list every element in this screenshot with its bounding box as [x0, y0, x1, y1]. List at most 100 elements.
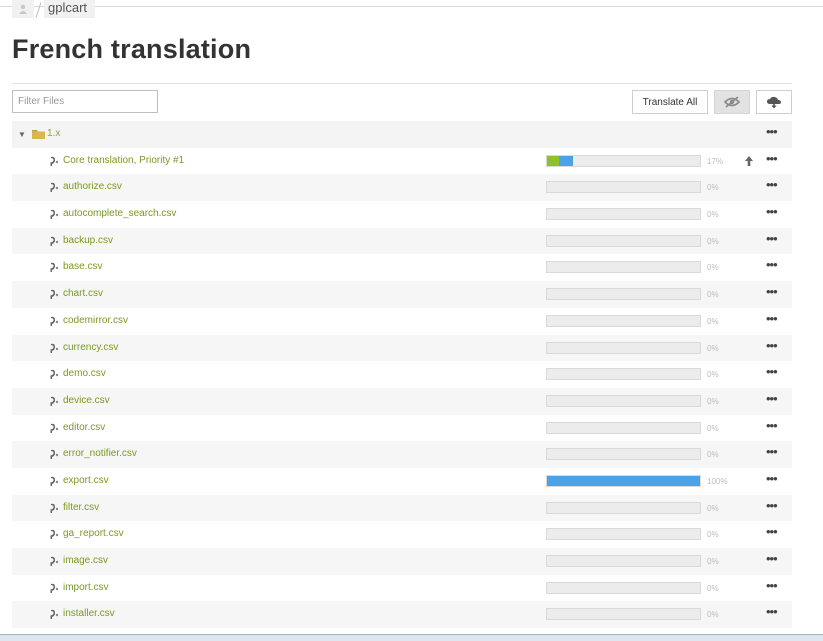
- progress-fill-blue: [547, 475, 700, 486]
- page-title: French translation: [12, 34, 252, 64]
- progress-bar: [546, 394, 701, 407]
- file-row[interactable]: chart.csv 0% •••: [12, 281, 792, 308]
- progress-percent: 0%: [707, 290, 719, 300]
- ellipsis-icon[interactable]: •••: [766, 339, 778, 352]
- breadcrumb-separator: [34, 0, 44, 18]
- progress-percent: 17%: [707, 156, 724, 166]
- file-row[interactable]: editor.csv 0% •••: [12, 415, 792, 442]
- progress-percent: 0%: [707, 396, 719, 406]
- progress-percent: 0%: [707, 236, 719, 246]
- file-link[interactable]: chart.csv: [63, 288, 103, 299]
- file-link[interactable]: authorize.csv: [63, 181, 122, 192]
- file-link[interactable]: base.csv: [63, 261, 102, 272]
- progress-bar: [546, 555, 701, 567]
- file-icon: [50, 236, 59, 246]
- file-link[interactable]: currency.csv: [63, 342, 118, 353]
- file-row[interactable]: error_notifier.csv 0% •••: [12, 441, 792, 468]
- file-icon: [50, 503, 59, 513]
- file-link[interactable]: ga_report.csv: [63, 528, 124, 539]
- file-link[interactable]: error_notifier.csv: [63, 448, 137, 459]
- arrow-up-icon[interactable]: [743, 155, 755, 167]
- progress-percent: 0%: [707, 557, 719, 566]
- file-icon: [50, 556, 59, 566]
- file-row[interactable]: backup.csv 0% •••: [12, 227, 792, 255]
- breadcrumb-project[interactable]: gplcart: [44, 0, 96, 18]
- ellipsis-icon[interactable]: •••: [766, 205, 778, 218]
- ellipsis-icon[interactable]: •••: [766, 499, 778, 512]
- progress-bar: [546, 581, 701, 594]
- file-icon: [50, 156, 59, 166]
- ellipsis-icon[interactable]: •••: [766, 445, 778, 458]
- folder-label[interactable]: 1.x: [47, 128, 60, 139]
- progress-bar: [546, 154, 701, 167]
- ellipsis-icon[interactable]: •••: [766, 178, 778, 191]
- progress-percent: 0%: [707, 210, 719, 220]
- ellipsis-icon[interactable]: •••: [766, 285, 778, 298]
- file-link[interactable]: autocomplete_search.csv: [63, 208, 176, 219]
- progress-bar: [546, 368, 701, 381]
- file-row[interactable]: codemirror.csv 0% •••: [12, 308, 792, 335]
- file-link[interactable]: backup.csv: [63, 235, 113, 246]
- file-link[interactable]: Core translation, Priority #1: [63, 155, 184, 166]
- file-icon: [50, 583, 59, 593]
- filter-files-input[interactable]: [12, 90, 158, 113]
- ellipsis-icon[interactable]: •••: [766, 365, 778, 378]
- user-icon[interactable]: [12, 0, 34, 18]
- file-link[interactable]: device.csv: [63, 395, 110, 406]
- progress-bar: [546, 208, 701, 221]
- ellipsis-icon[interactable]: •••: [766, 472, 778, 485]
- file-row[interactable]: authorize.csv 0% •••: [12, 174, 792, 202]
- progress-bar: [546, 261, 701, 274]
- ellipsis-icon[interactable]: •••: [766, 525, 778, 538]
- file-link[interactable]: editor.csv: [63, 422, 105, 433]
- progress-bar: [546, 288, 701, 301]
- progress-bar: [546, 341, 701, 354]
- file-row[interactable]: autocomplete_search.csv 0% •••: [12, 201, 792, 228]
- progress-fill-blue: [559, 155, 573, 166]
- caret-down-icon[interactable]: ▼: [18, 130, 26, 139]
- file-link[interactable]: image.csv: [63, 555, 108, 566]
- file-link[interactable]: demo.csv: [63, 368, 106, 379]
- folder-row[interactable]: ▼ 1.x •••: [12, 121, 792, 148]
- file-icon: [50, 476, 59, 486]
- cloud-download-icon: [767, 96, 781, 108]
- file-link[interactable]: import.csv: [63, 582, 109, 593]
- file-row[interactable]: export.csv 100% •••: [12, 468, 792, 495]
- file-row[interactable]: installer.csv 0% •••: [12, 601, 792, 629]
- ellipsis-icon[interactable]: •••: [766, 579, 778, 592]
- file-row[interactable]: device.csv 0% •••: [12, 387, 792, 415]
- toggle-hidden-button[interactable]: [714, 90, 750, 114]
- progress-percent: 0%: [707, 263, 719, 273]
- file-row[interactable]: filter.csv 0% •••: [12, 494, 792, 522]
- ellipsis-icon[interactable]: •••: [766, 232, 778, 245]
- file-icon: [50, 209, 59, 220]
- file-row[interactable]: ga_report.csv 0% •••: [12, 521, 792, 548]
- ellipsis-icon[interactable]: •••: [766, 258, 778, 271]
- ellipsis-icon[interactable]: •••: [766, 605, 778, 618]
- progress-bar: [546, 448, 701, 461]
- file-row[interactable]: import.csv 0% •••: [12, 575, 792, 602]
- ellipsis-icon[interactable]: •••: [766, 312, 778, 325]
- file-link[interactable]: export.csv: [63, 475, 109, 486]
- progress-percent: 0%: [707, 183, 719, 193]
- file-link[interactable]: codemirror.csv: [63, 315, 128, 326]
- progress-bar: [546, 421, 701, 434]
- progress-percent: 0%: [707, 423, 719, 433]
- file-row[interactable]: base.csv 0% •••: [12, 254, 792, 281]
- ellipsis-icon[interactable]: •••: [766, 392, 778, 405]
- progress-percent: 0%: [707, 610, 719, 620]
- file-row[interactable]: Core translation, Priority #1 17% •••: [12, 148, 792, 175]
- file-row[interactable]: image.csv 0% •••: [12, 548, 792, 575]
- download-button[interactable]: [756, 90, 792, 114]
- file-link[interactable]: installer.csv: [63, 608, 115, 619]
- translate-all-button[interactable]: Translate All: [632, 90, 708, 114]
- file-row[interactable]: demo.csv 0% •••: [12, 361, 792, 388]
- ellipsis-icon[interactable]: •••: [766, 419, 778, 432]
- progress-percent: 0%: [707, 450, 719, 460]
- ellipsis-icon[interactable]: •••: [766, 125, 778, 138]
- file-row[interactable]: currency.csv 0% •••: [12, 334, 792, 362]
- file-link[interactable]: filter.csv: [63, 502, 99, 513]
- file-icon: [50, 183, 59, 193]
- ellipsis-icon[interactable]: •••: [766, 552, 778, 565]
- ellipsis-icon[interactable]: •••: [766, 152, 778, 165]
